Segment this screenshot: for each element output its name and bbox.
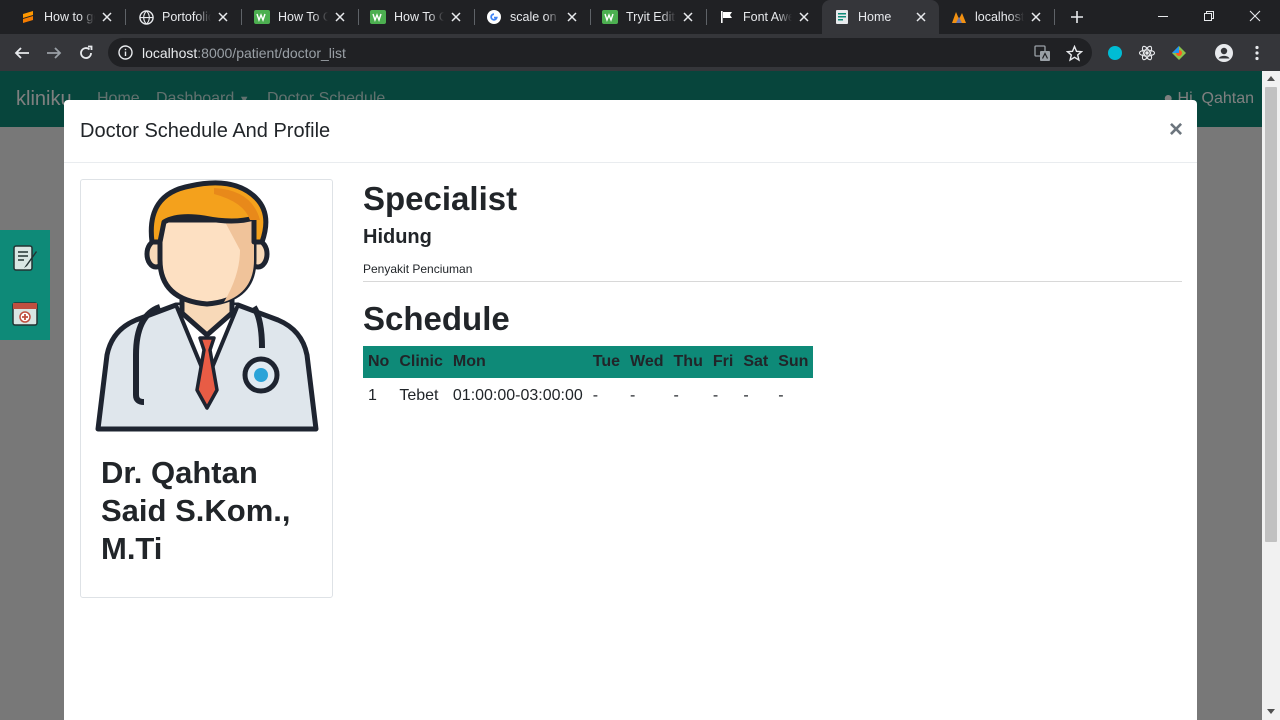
- close-icon[interactable]: [564, 9, 580, 25]
- tab-label: Home: [858, 10, 892, 24]
- tab-label: Font Aweso: [743, 10, 792, 24]
- phpmyadmin-icon: [951, 9, 967, 25]
- tab-label: localhost: [975, 10, 1024, 24]
- close-icon[interactable]: [215, 9, 231, 25]
- doctor-modal: Doctor Schedule And Profile × Dr. Qahtan…: [64, 100, 1197, 720]
- doctor-avatar: [95, 180, 319, 432]
- specialist-name: Hidung: [363, 226, 432, 248]
- browser-tab[interactable]: How To Cr: [359, 0, 474, 34]
- column-header-wed: Wed: [625, 346, 669, 378]
- table-header-row: No Clinic Mon Tue Wed Thu Fri Sat Sun: [363, 346, 814, 378]
- scrollbar-thumb[interactable]: [1265, 87, 1277, 542]
- colorful-extension-icon[interactable]: [1169, 43, 1189, 63]
- specialist-description: Penyakit Penciuman: [363, 262, 473, 276]
- address-bar[interactable]: localhost:8000/patient/doctor_list: [108, 38, 1092, 67]
- tab-separator: [1054, 9, 1055, 25]
- modal-header: Doctor Schedule And Profile ×: [64, 100, 1197, 163]
- modal-close-button[interactable]: ×: [1169, 116, 1183, 144]
- column-header-thu: Thu: [668, 346, 708, 378]
- url-text: localhost:8000/patient/doctor_list: [142, 45, 346, 61]
- table-cell: -: [743, 387, 749, 404]
- doc-icon: [834, 9, 850, 25]
- table-cell: -: [592, 387, 599, 404]
- schedule-table: No Clinic Mon Tue Wed Thu Fri Sat Sun 1: [363, 346, 814, 414]
- table-cell: -: [673, 387, 679, 404]
- close-icon[interactable]: [99, 9, 115, 25]
- url-path: :8000/patient/doctor_list: [197, 45, 346, 61]
- close-icon[interactable]: [913, 9, 929, 25]
- browser-tab[interactable]: scale on h: [475, 0, 590, 34]
- close-icon[interactable]: [1028, 9, 1044, 25]
- page-scrollbar[interactable]: [1262, 71, 1280, 720]
- column-header-sat: Sat: [738, 346, 774, 378]
- tab-label: Portofolio: [162, 10, 211, 24]
- sidebar-notes-icon[interactable]: [0, 230, 50, 285]
- schedule-heading: Schedule: [363, 300, 510, 337]
- table-cell: -: [630, 387, 636, 404]
- table-cell: -: [712, 387, 719, 404]
- browser-toolbar: localhost:8000/patient/doctor_list: [0, 34, 1280, 71]
- browser-tab-bar: How to get Portofolio How To Cr How To C…: [0, 0, 1280, 34]
- browser-tab-active[interactable]: Home: [822, 0, 939, 34]
- doctor-name: Dr. Qahtan Said S.Kom., M.Ti: [101, 455, 291, 566]
- w3-icon: [370, 9, 386, 25]
- react-devtools-icon[interactable]: [1137, 43, 1157, 63]
- browser-tab[interactable]: Portofolio: [126, 0, 241, 34]
- close-icon[interactable]: [680, 9, 696, 25]
- google-icon: [486, 9, 502, 25]
- table-cell: Tebet: [399, 387, 439, 404]
- tab-label: How To Cr: [394, 10, 444, 24]
- close-icon[interactable]: [796, 9, 812, 25]
- scroll-down-icon[interactable]: [1267, 709, 1275, 714]
- tab-label: How To Cr: [278, 10, 328, 24]
- globe-icon: [138, 9, 154, 25]
- page-viewport: kliniku Home Dashboard ▼ Doctor Schedule…: [0, 71, 1262, 720]
- close-icon[interactable]: [448, 9, 464, 25]
- sublime-icon: [20, 9, 36, 25]
- specialist-heading: Specialist: [363, 180, 518, 217]
- table-cell: 1: [368, 387, 377, 404]
- flag-icon: [719, 9, 735, 25]
- column-header-no: No: [363, 346, 395, 378]
- scroll-up-icon[interactable]: [1267, 76, 1275, 81]
- browser-tab[interactable]: localhost: [939, 0, 1054, 34]
- table-cell: -: [778, 387, 784, 404]
- column-header-clinic: Clinic: [394, 346, 448, 378]
- window-close-icon[interactable]: [1232, 0, 1278, 32]
- info-icon[interactable]: [118, 45, 133, 60]
- new-tab-button[interactable]: [1066, 6, 1088, 28]
- browser-tab[interactable]: Font Aweso: [707, 0, 822, 34]
- sidebar-calendar-icon[interactable]: [0, 285, 50, 340]
- url-host: localhost: [142, 45, 198, 61]
- star-icon[interactable]: [1065, 44, 1083, 62]
- translate-icon[interactable]: [1033, 44, 1051, 62]
- w3-icon: [254, 9, 270, 25]
- reload-icon[interactable]: [73, 40, 99, 66]
- browser-tab[interactable]: How To Cr: [242, 0, 358, 34]
- column-header-sun: Sun: [773, 346, 814, 378]
- extension-icon[interactable]: [1105, 43, 1125, 63]
- column-header-tue: Tue: [587, 346, 626, 378]
- restore-icon[interactable]: [1186, 0, 1232, 32]
- forward-icon[interactable]: [41, 40, 67, 66]
- divider: [363, 281, 1182, 282]
- tab-label: How to get: [44, 10, 95, 24]
- w3-icon: [602, 9, 618, 25]
- tab-label: Tryit Edito: [626, 10, 676, 24]
- browser-tab[interactable]: Tryit Edito: [591, 0, 706, 34]
- table-cell: 01:00:00-03:00:00: [452, 387, 583, 404]
- back-icon[interactable]: [9, 40, 35, 66]
- profile-avatar-icon[interactable]: [1214, 43, 1234, 63]
- menu-kebab-icon[interactable]: [1247, 43, 1267, 63]
- modal-title: Doctor Schedule And Profile: [80, 120, 331, 142]
- minimize-icon[interactable]: [1140, 0, 1186, 32]
- column-header-fri: Fri: [707, 346, 739, 378]
- browser-tab[interactable]: How to get: [0, 0, 125, 34]
- close-icon[interactable]: [332, 9, 348, 25]
- doctor-profile-card: Dr. Qahtan Said S.Kom., M.Ti: [80, 179, 333, 598]
- column-header-mon: Mon: [447, 346, 588, 378]
- tab-label: scale on h: [510, 10, 560, 24]
- table-row: 1 Tebet 01:00:00-03:00:00 - - - - - -: [363, 378, 813, 414]
